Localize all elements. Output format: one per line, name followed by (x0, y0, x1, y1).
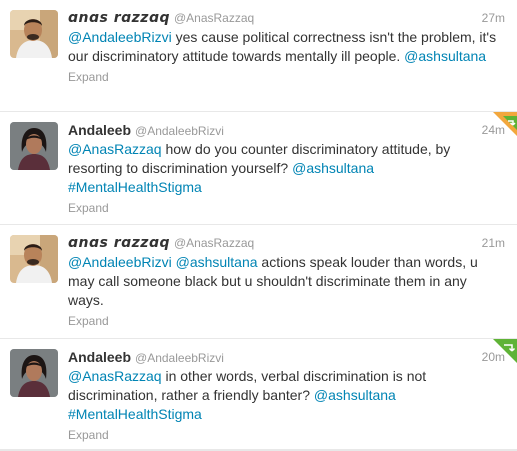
author-username[interactable]: @AnasRazzaq (174, 236, 254, 250)
retweet-favorite-corner-icon (493, 112, 517, 136)
author-fullname[interactable]: ɑnɑs rɑzzɑq (68, 235, 170, 251)
tweet-item[interactable]: Andaleeb @AndaleebRizvi @AnasRazzaq in ot… (0, 339, 517, 451)
tweet-header: ɑnɑs rɑzzɑq @AnasRazzaq (68, 234, 506, 252)
mention-link[interactable]: @ashsultana (314, 387, 396, 403)
mention-link[interactable]: @AnasRazzaq (68, 368, 162, 384)
expand-link[interactable]: Expand (68, 200, 506, 216)
mention-link[interactable]: @ashsultana (404, 48, 486, 64)
tweet-item[interactable]: ɑnɑs rɑzzɑq @AnasRazzaq @AndaleebRizvi @a… (0, 225, 517, 339)
tweet-header: Andaleeb @AndaleebRizvi (68, 121, 506, 139)
expand-link[interactable]: Expand (68, 69, 506, 85)
tweet-header: ɑnɑs rɑzzɑq @AnasRazzaq (68, 9, 506, 27)
mention-link[interactable]: @AnasRazzaq (68, 141, 162, 157)
tweet-text: @AndaleebRizvi yes cause political corre… (68, 28, 506, 66)
expand-link[interactable]: Expand (68, 427, 506, 443)
author-username[interactable]: @AndaleebRizvi (135, 124, 224, 138)
author-fullname[interactable]: Andaleeb (68, 349, 131, 365)
tweet-item[interactable]: Andaleeb @AndaleebRizvi @AnasRazzaq how d… (0, 112, 517, 225)
tweet-body: ɑnɑs rɑzzɑq @AnasRazzaq @AndaleebRizvi @a… (68, 234, 506, 329)
tweet-item[interactable]: ɑnɑs rɑzzɑq @AnasRazzaq @AndaleebRizvi ye… (0, 0, 517, 112)
woman-profile-photo-icon (10, 349, 58, 397)
expand-link[interactable]: Expand (68, 313, 506, 329)
tweet-body: ɑnɑs rɑzzɑq @AnasRazzaq @AndaleebRizvi ye… (68, 9, 506, 85)
tweet-timestamp[interactable]: 27m (482, 9, 505, 27)
mention-link[interactable]: @AndaleebRizvi (68, 254, 172, 270)
woman-profile-photo-icon (10, 122, 58, 170)
author-username[interactable]: @AnasRazzaq (174, 11, 254, 25)
tweet-timeline: ɑnɑs rɑzzɑq @AnasRazzaq @AndaleebRizvi ye… (0, 0, 517, 451)
mention-link[interactable]: @ashsultana (176, 254, 258, 270)
man-profile-photo-icon (10, 10, 58, 58)
tweet-timestamp[interactable]: 21m (482, 234, 505, 252)
avatar[interactable] (10, 235, 58, 283)
tweet-text: @AndaleebRizvi @ashsultana actions speak… (68, 253, 506, 310)
hashtag-link[interactable]: #MentalHealthStigma (68, 179, 202, 195)
tweet-text: @AnasRazzaq in other words, verbal discr… (68, 367, 506, 424)
man-profile-photo-icon (10, 235, 58, 283)
mention-link[interactable]: @AndaleebRizvi (68, 29, 172, 45)
author-username[interactable]: @AndaleebRizvi (135, 351, 224, 365)
tweet-body: Andaleeb @AndaleebRizvi @AnasRazzaq how d… (68, 121, 506, 216)
retweet-corner-icon (493, 339, 517, 363)
tweet-body: Andaleeb @AndaleebRizvi @AnasRazzaq in ot… (68, 348, 506, 443)
author-fullname[interactable]: Andaleeb (68, 122, 131, 138)
avatar[interactable] (10, 122, 58, 170)
tweet-header: Andaleeb @AndaleebRizvi (68, 348, 506, 366)
author-fullname[interactable]: ɑnɑs rɑzzɑq (68, 10, 170, 26)
avatar[interactable] (10, 10, 58, 58)
mention-link[interactable]: @ashsultana (292, 160, 374, 176)
avatar[interactable] (10, 349, 58, 397)
tweet-text: @AnasRazzaq how do you counter discrimin… (68, 140, 506, 197)
hashtag-link[interactable]: #MentalHealthStigma (68, 406, 202, 422)
